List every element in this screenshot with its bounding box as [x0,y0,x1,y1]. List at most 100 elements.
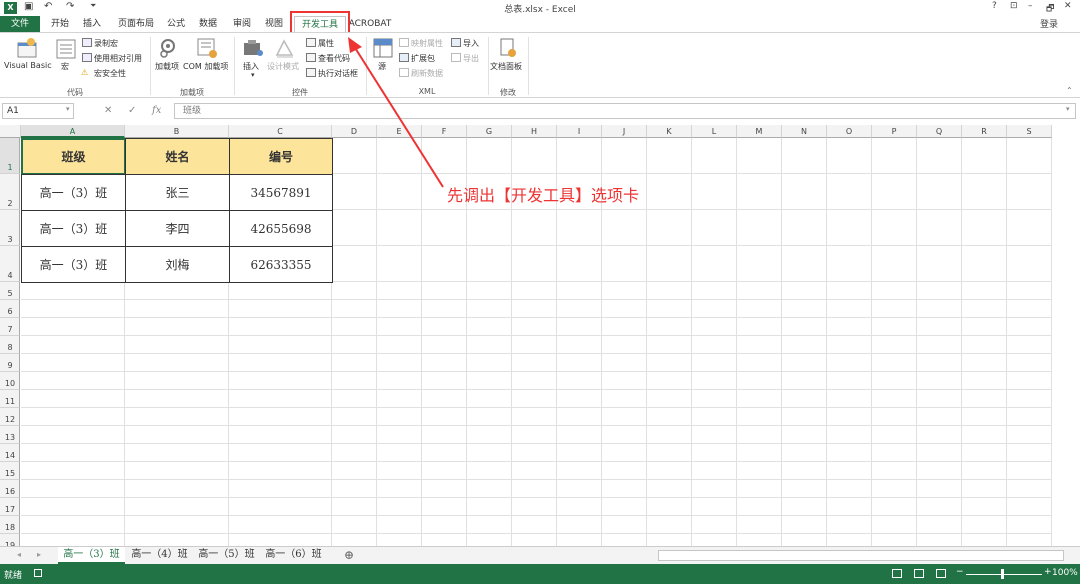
cell[interactable] [229,516,332,534]
cell[interactable] [737,246,782,282]
table-cell[interactable]: 高一（3）班 [21,246,126,283]
row-header[interactable]: 10 [0,372,20,390]
cell[interactable] [647,498,692,516]
cell[interactable] [872,372,917,390]
cell[interactable] [512,480,557,498]
cell[interactable] [557,480,602,498]
cell[interactable] [872,408,917,426]
cell[interactable] [467,462,512,480]
cell[interactable] [377,318,422,336]
cell[interactable] [602,516,647,534]
cell[interactable] [602,498,647,516]
cell[interactable] [602,480,647,498]
cell[interactable] [602,282,647,300]
cell[interactable] [467,372,512,390]
row-header[interactable]: 7 [0,318,20,336]
cell[interactable] [1007,138,1052,174]
cell[interactable] [602,138,647,174]
cell[interactable] [377,408,422,426]
table-cell[interactable]: 刘梅 [125,246,230,283]
cell[interactable] [917,174,962,210]
select-all-corner[interactable] [0,125,21,138]
cell[interactable] [229,282,332,300]
cell[interactable] [782,282,827,300]
cell[interactable] [827,246,872,282]
cell[interactable] [782,318,827,336]
cell[interactable] [737,174,782,210]
cell[interactable] [872,174,917,210]
cell[interactable] [692,480,737,498]
cell[interactable] [377,426,422,444]
cell[interactable] [125,318,229,336]
cancel-icon[interactable]: ✕ [104,105,112,116]
cell[interactable] [229,300,332,318]
cell[interactable] [737,138,782,174]
cell[interactable] [229,336,332,354]
cell[interactable] [21,408,125,426]
enter-icon[interactable]: ✓ [128,105,136,116]
cell[interactable] [557,462,602,480]
cell[interactable] [229,462,332,480]
cell[interactable] [647,462,692,480]
cell[interactable] [21,354,125,372]
cell[interactable] [229,390,332,408]
cell[interactable] [422,246,467,282]
document-panel-icon[interactable] [498,37,518,62]
cell[interactable] [512,516,557,534]
cell[interactable] [125,354,229,372]
cell[interactable] [557,390,602,408]
column-header[interactable]: C [229,125,332,138]
column-header[interactable]: M [737,125,782,138]
cell[interactable] [737,498,782,516]
cell[interactable] [377,300,422,318]
cell[interactable] [1007,372,1052,390]
cell[interactable] [125,426,229,444]
cell[interactable] [872,210,917,246]
table-cell[interactable]: 高一（3）班 [21,210,126,247]
cell[interactable] [557,282,602,300]
cell[interactable] [737,372,782,390]
cell[interactable] [377,516,422,534]
cell[interactable] [782,498,827,516]
cell[interactable] [647,390,692,408]
row-header[interactable]: 4 [0,246,20,282]
cell[interactable] [737,318,782,336]
cell[interactable] [377,210,422,246]
cell[interactable] [917,444,962,462]
cell[interactable] [917,498,962,516]
tab-home[interactable]: 开始 [46,16,74,32]
cell[interactable] [229,498,332,516]
row-header[interactable]: 5 [0,282,20,300]
cell[interactable] [827,138,872,174]
cell[interactable] [1007,174,1052,210]
cell[interactable] [1007,300,1052,318]
cell[interactable] [827,210,872,246]
tab-acrobat[interactable]: ACROBAT [348,16,392,32]
cell[interactable] [21,318,125,336]
row-header[interactable]: 18 [0,516,20,534]
cell[interactable] [1007,408,1052,426]
cell[interactable] [467,426,512,444]
cell[interactable] [229,426,332,444]
cell[interactable] [692,426,737,444]
column-header[interactable]: S [1007,125,1052,138]
cell[interactable] [962,462,1007,480]
cell[interactable] [332,480,377,498]
cell[interactable] [332,444,377,462]
column-header[interactable]: L [692,125,737,138]
cell[interactable] [229,480,332,498]
cell[interactable] [692,390,737,408]
column-header[interactable]: P [872,125,917,138]
row-header[interactable]: 2 [0,174,20,210]
name-box-dropdown-icon[interactable]: ▾ [66,105,70,113]
cell[interactable] [962,282,1007,300]
cell[interactable] [21,426,125,444]
column-header[interactable]: Q [917,125,962,138]
cell[interactable] [21,372,125,390]
cell[interactable] [467,498,512,516]
cell[interactable] [602,318,647,336]
cell[interactable] [557,318,602,336]
column-header[interactable]: H [512,125,557,138]
export-button[interactable]: 导出 [463,53,479,64]
cell[interactable] [827,354,872,372]
